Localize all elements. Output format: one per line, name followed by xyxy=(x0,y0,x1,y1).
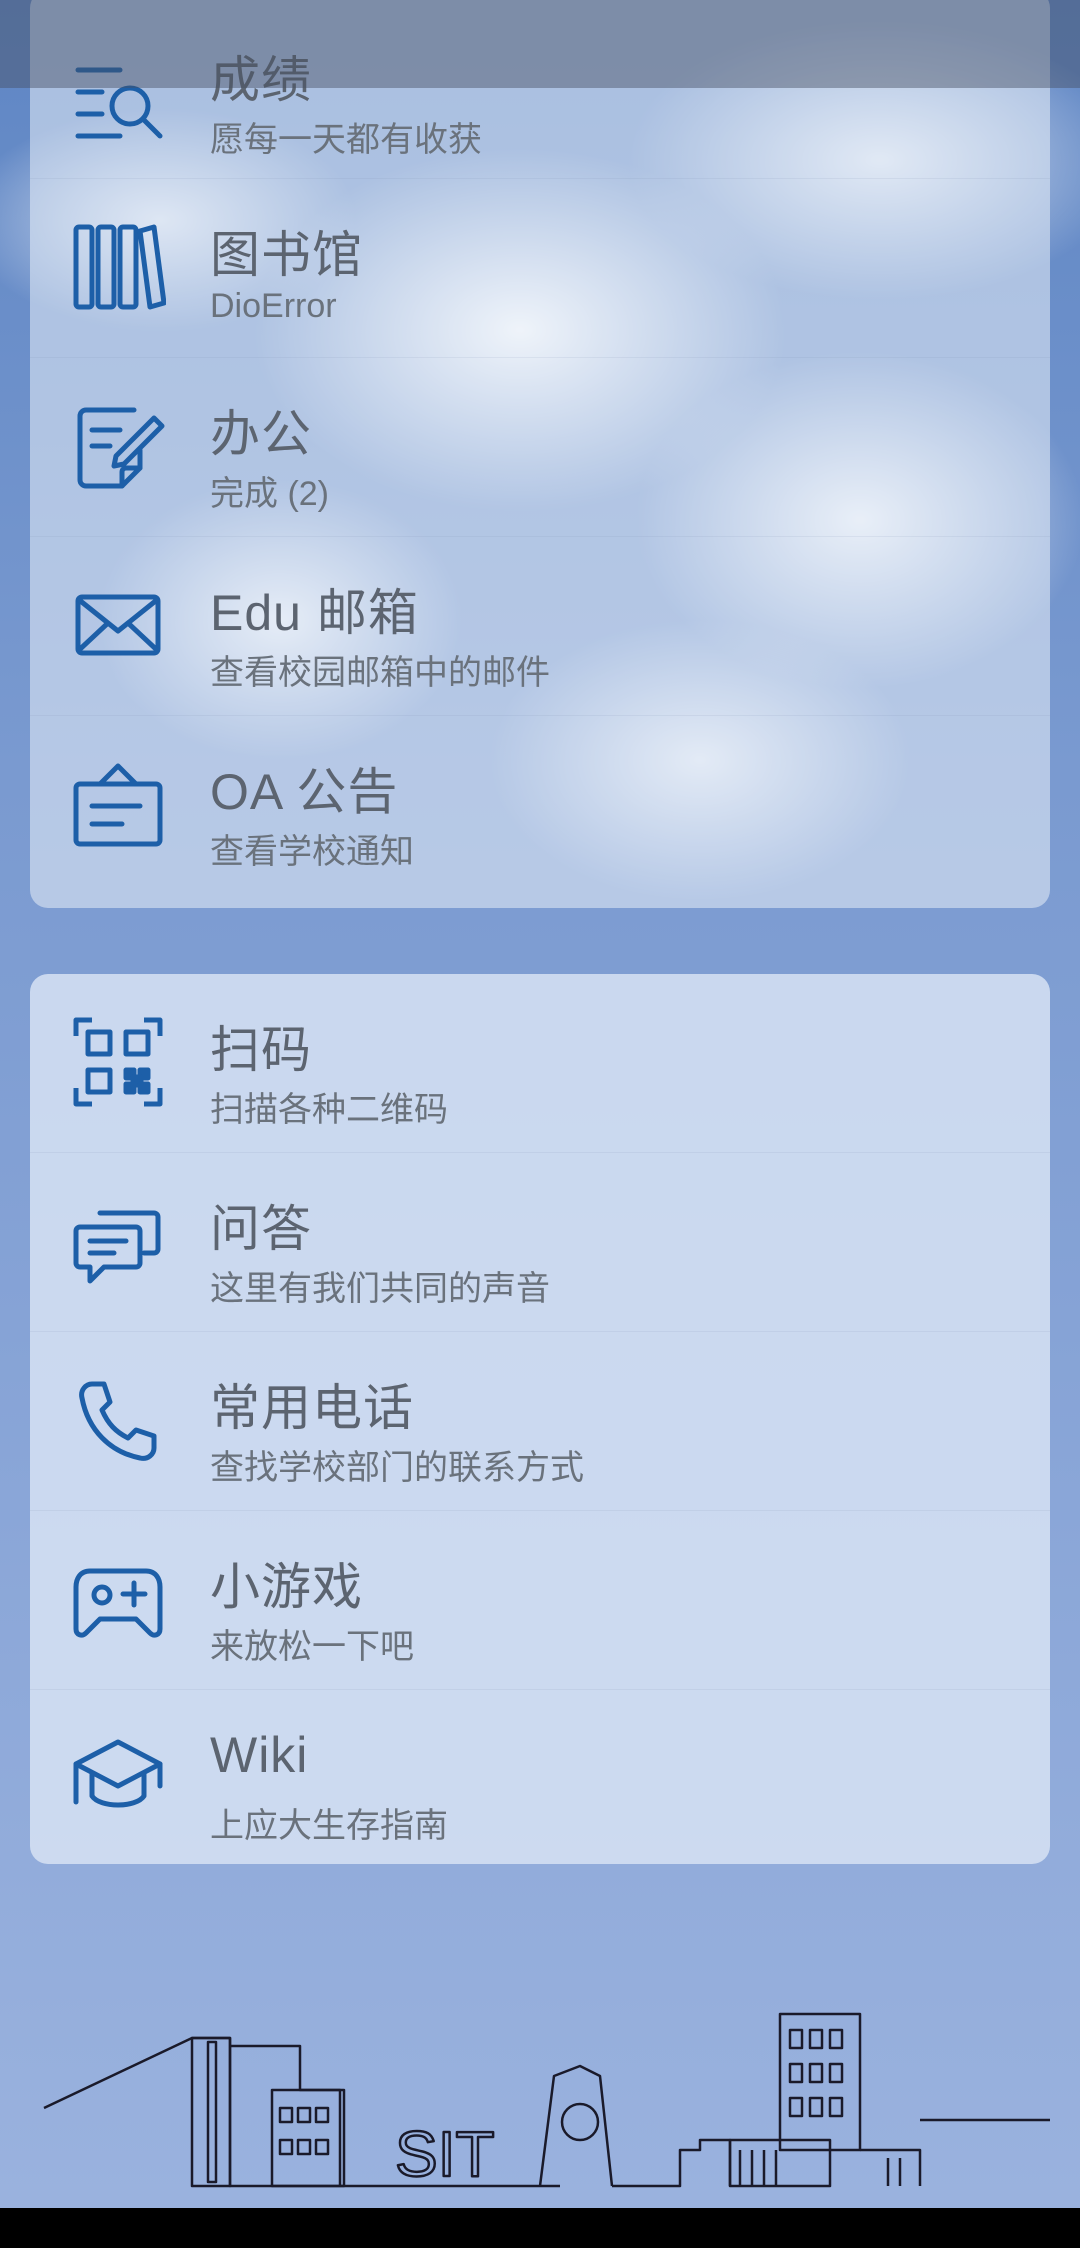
menu-item-scan[interactable]: 扫码 扫描各种二维码 xyxy=(30,974,1050,1153)
features-card-primary: 成绩 愿每一天都有收获 图书馆 DioError 办公 完成 (2) Edu 邮… xyxy=(30,0,1050,908)
graduation-cap-icon xyxy=(70,1730,166,1826)
menu-item-games[interactable]: 小游戏 来放松一下吧 xyxy=(30,1511,1050,1690)
item-title: 办公 xyxy=(210,406,312,462)
chat-bubbles-icon xyxy=(70,1193,166,1289)
announcement-board-icon xyxy=(70,756,166,852)
menu-item-edu-mail[interactable]: Edu 邮箱 查看校园邮箱中的邮件 xyxy=(30,537,1050,716)
item-subtitle: 来放松一下吧 xyxy=(210,1628,414,1666)
menu-item-wiki[interactable]: Wiki 上应大生存指南 xyxy=(30,1690,1050,1864)
item-title: 图书馆 xyxy=(210,227,363,283)
item-subtitle: 扫描各种二维码 xyxy=(210,1091,448,1129)
status-bar-overlay xyxy=(0,0,1080,88)
item-subtitle: 愿每一天都有收获 xyxy=(210,121,482,159)
office-edit-icon xyxy=(70,398,166,494)
menu-item-phone[interactable]: 常用电话 查找学校部门的联系方式 xyxy=(30,1332,1050,1511)
item-subtitle: 查看学校通知 xyxy=(210,833,414,871)
menu-item-office[interactable]: 办公 完成 (2) xyxy=(30,358,1050,537)
item-title: 问答 xyxy=(210,1201,312,1257)
item-subtitle: 查找学校部门的联系方式 xyxy=(210,1449,584,1487)
library-books-icon xyxy=(70,219,167,315)
item-subtitle: 查看校园邮箱中的邮件 xyxy=(210,654,550,692)
gamepad-icon xyxy=(70,1551,166,1647)
menu-item-library[interactable]: 图书馆 DioError xyxy=(30,179,1050,358)
item-title: 小游戏 xyxy=(210,1559,363,1615)
qr-scan-icon xyxy=(70,1014,166,1110)
menu-item-oa-notice[interactable]: OA 公告 查看学校通知 xyxy=(30,716,1050,894)
item-title: 常用电话 xyxy=(210,1380,414,1436)
campus-skyline-logo: SIT xyxy=(43,2012,1050,2190)
item-title: OA 公告 xyxy=(210,764,399,820)
skyline-text: SIT xyxy=(395,2118,495,2190)
phone-icon xyxy=(70,1372,166,1468)
item-title: Edu 邮箱 xyxy=(210,585,419,641)
item-subtitle: 这里有我们共同的声音 xyxy=(210,1270,550,1308)
item-title: 扫码 xyxy=(210,1022,312,1078)
menu-item-qa[interactable]: 问答 这里有我们共同的声音 xyxy=(30,1153,1050,1332)
features-card-secondary: 扫码 扫描各种二维码 问答 这里有我们共同的声音 常用电话 查找学校部门的联系方… xyxy=(30,974,1050,1864)
item-title: Wiki xyxy=(210,1727,309,1783)
navigation-bar xyxy=(0,2208,1080,2248)
item-subtitle: DioError xyxy=(210,287,337,325)
item-subtitle: 上应大生存指南 xyxy=(210,1807,448,1845)
item-subtitle: 完成 (2) xyxy=(210,475,329,513)
mail-icon xyxy=(70,577,166,673)
